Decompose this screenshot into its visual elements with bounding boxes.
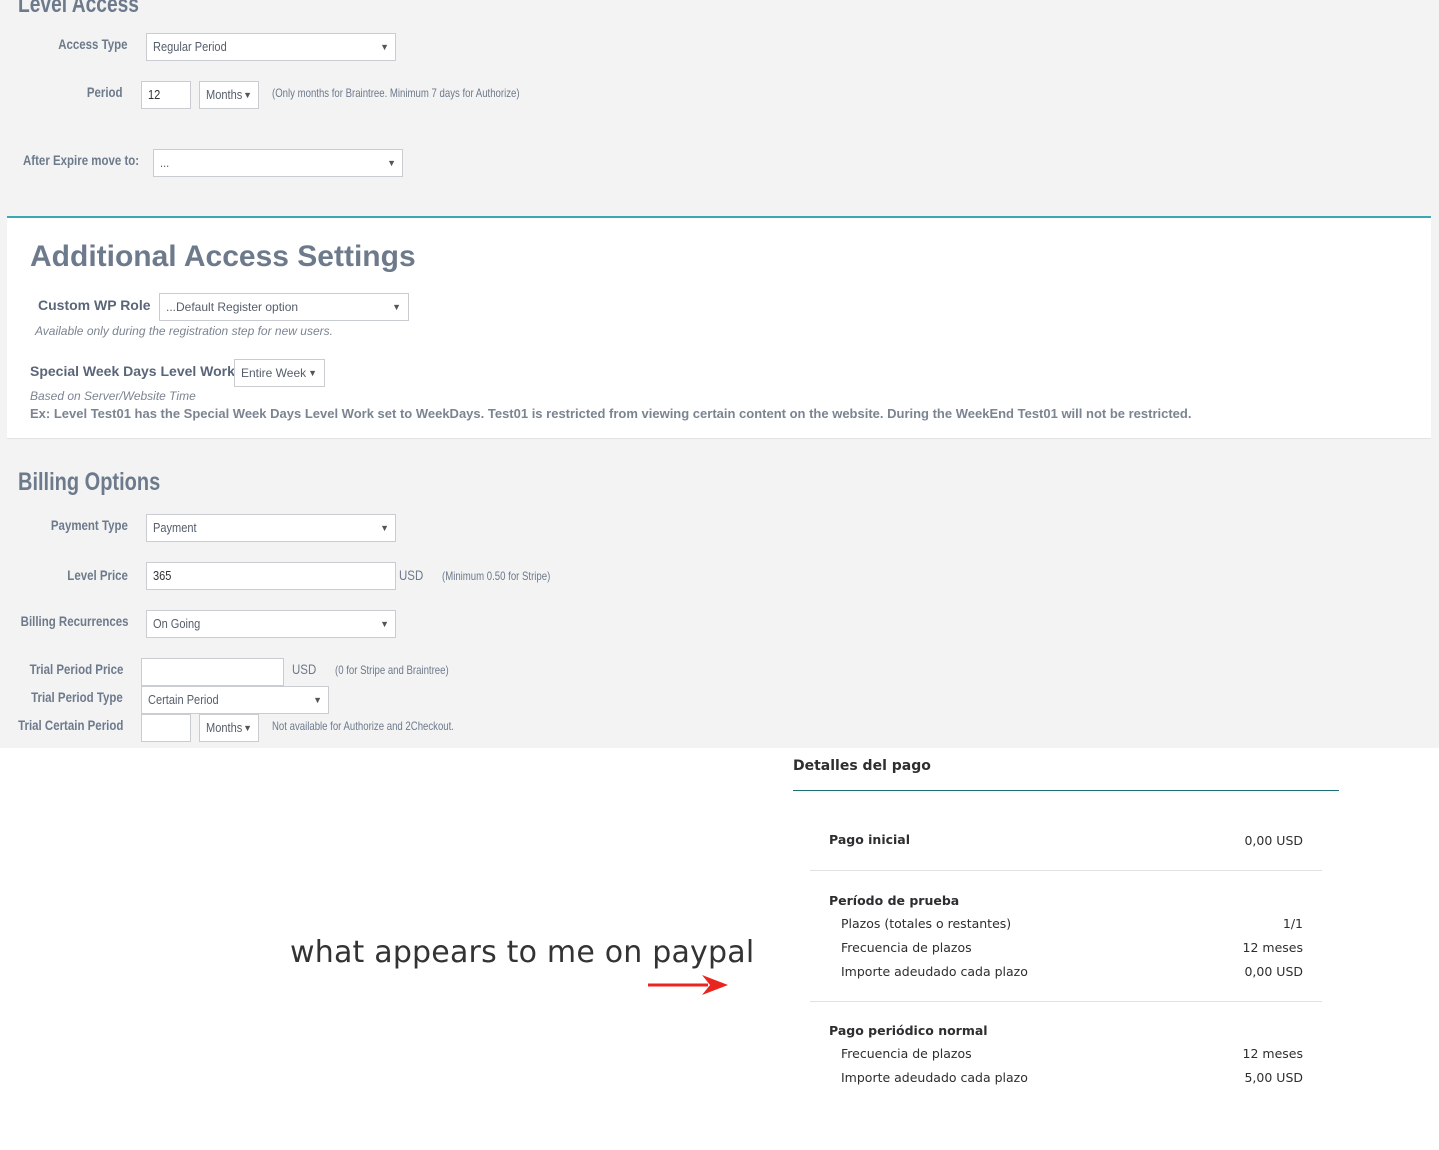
after-expire-value: ... — [160, 155, 170, 170]
server-time-note: Based on Server/Website Time — [30, 389, 196, 403]
trial-price-label: Trial Period Price — [29, 661, 123, 677]
level-price-label: Level Price — [67, 567, 128, 583]
chevron-down-icon: ▼ — [243, 90, 252, 100]
period-value: 12 — [148, 87, 161, 102]
after-expire-label: After Expire move to: — [23, 152, 140, 168]
trial-price-currency: USD — [292, 661, 317, 677]
payment-type-value: Payment — [153, 520, 197, 535]
payment-type-select[interactable]: Payment ▼ — [146, 514, 396, 542]
paypal-regular-heading: Pago periódico normal — [829, 1023, 988, 1038]
trial-type-value: Certain Period — [148, 692, 219, 707]
custom-wp-role-label: Custom WP Role — [38, 297, 151, 313]
period-label: Period — [87, 84, 123, 100]
paypal-trial-heading: Período de prueba — [829, 893, 960, 908]
paypal-trial-installments-value: 1/1 — [1282, 916, 1303, 931]
trial-certain-label: Trial Certain Period — [17, 717, 123, 733]
paypal-initial-value: 0,00 USD — [1244, 833, 1303, 848]
level-price-currency: USD — [399, 567, 424, 583]
level-price-hint: (Minimum 0.50 for Stripe) — [442, 569, 551, 583]
paypal-title-divider — [793, 790, 1339, 791]
billing-recurrences-select[interactable]: On Going ▼ — [146, 610, 396, 638]
trial-type-select[interactable]: Certain Period ▼ — [141, 686, 329, 714]
chevron-down-icon: ▼ — [313, 695, 322, 705]
week-days-select[interactable]: Entire Week ▼ — [234, 359, 325, 387]
access-type-label: Access Type — [58, 36, 128, 52]
paypal-trial-frequency-value: 12 meses — [1242, 940, 1303, 955]
billing-options-title: Billing Options — [18, 468, 161, 496]
trial-certain-unit-value: Months — [206, 720, 243, 735]
additional-access-panel: Additional Access Settings Custom WP Rol… — [7, 216, 1431, 439]
billing-recurrences-value: On Going — [153, 616, 201, 631]
level-price-input[interactable]: 365 — [146, 562, 396, 590]
chevron-down-icon: ▼ — [308, 368, 317, 378]
chevron-down-icon: ▼ — [387, 158, 396, 168]
chevron-down-icon: ▼ — [392, 302, 401, 312]
billing-recurrences-label: Billing Recurrences — [20, 613, 128, 629]
chevron-down-icon: ▼ — [380, 619, 389, 629]
payment-type-label: Payment Type — [51, 517, 128, 533]
paypal-trial-amount-value: 0,00 USD — [1244, 964, 1303, 979]
paypal-details-title: Detalles del pago — [793, 758, 931, 774]
paypal-regular-frequency-value: 12 meses — [1242, 1046, 1303, 1061]
custom-wp-role-select[interactable]: ...Default Register option ▼ — [159, 293, 409, 321]
paypal-divider — [810, 1001, 1322, 1002]
period-hint: (Only months for Braintree. Minimum 7 da… — [272, 86, 520, 100]
access-type-value: Regular Period — [153, 39, 227, 54]
level-price-value: 365 — [153, 568, 172, 583]
custom-wp-role-value: ...Default Register option — [166, 300, 299, 314]
trial-price-hint: (0 for Stripe and Braintree) — [335, 663, 449, 677]
paypal-trial-frequency-label: Frecuencia de plazos — [841, 940, 972, 955]
additional-access-title: Additional Access Settings — [30, 240, 416, 273]
paypal-trial-installments-label: Plazos (totales o restantes) — [841, 916, 1012, 931]
trial-type-label: Trial Period Type — [31, 689, 123, 705]
access-type-select[interactable]: Regular Period ▼ — [146, 33, 396, 61]
paypal-divider — [810, 870, 1322, 871]
trial-price-input[interactable] — [141, 658, 284, 686]
trial-certain-unit-select[interactable]: Months ▼ — [199, 714, 259, 742]
paypal-regular-frequency-label: Frecuencia de plazos — [841, 1046, 972, 1061]
week-days-label: Special Week Days Level Work — [30, 363, 235, 379]
period-input[interactable]: 12 — [141, 81, 191, 109]
caption-text: what appears to me on paypal — [290, 935, 755, 970]
week-days-value: Entire Week — [241, 366, 307, 380]
admin-form-area: Level Access Access Type Regular Period … — [0, 0, 1439, 748]
period-unit-select[interactable]: Months ▼ — [199, 81, 259, 109]
after-expire-select[interactable]: ... ▼ — [153, 149, 403, 177]
paypal-initial-label: Pago inicial — [829, 832, 911, 847]
trial-certain-hint: Not available for Authorize and 2Checkou… — [272, 719, 454, 733]
week-days-example-note: Ex: Level Test01 has the Special Week Da… — [30, 406, 1192, 421]
chevron-down-icon: ▼ — [380, 42, 389, 52]
red-arrow-icon — [648, 975, 728, 995]
paypal-regular-amount-label: Importe adeudado cada plazo — [841, 1070, 1028, 1085]
chevron-down-icon: ▼ — [380, 523, 389, 533]
paypal-regular-amount-value: 5,00 USD — [1244, 1070, 1303, 1085]
chevron-down-icon: ▼ — [243, 723, 252, 733]
level-access-title: Level Access — [18, 0, 139, 18]
trial-certain-input[interactable] — [141, 714, 191, 742]
paypal-trial-amount-label: Importe adeudado cada plazo — [841, 964, 1028, 979]
custom-wp-role-note: Available only during the registration s… — [35, 324, 333, 338]
period-unit-value: Months — [206, 87, 243, 102]
